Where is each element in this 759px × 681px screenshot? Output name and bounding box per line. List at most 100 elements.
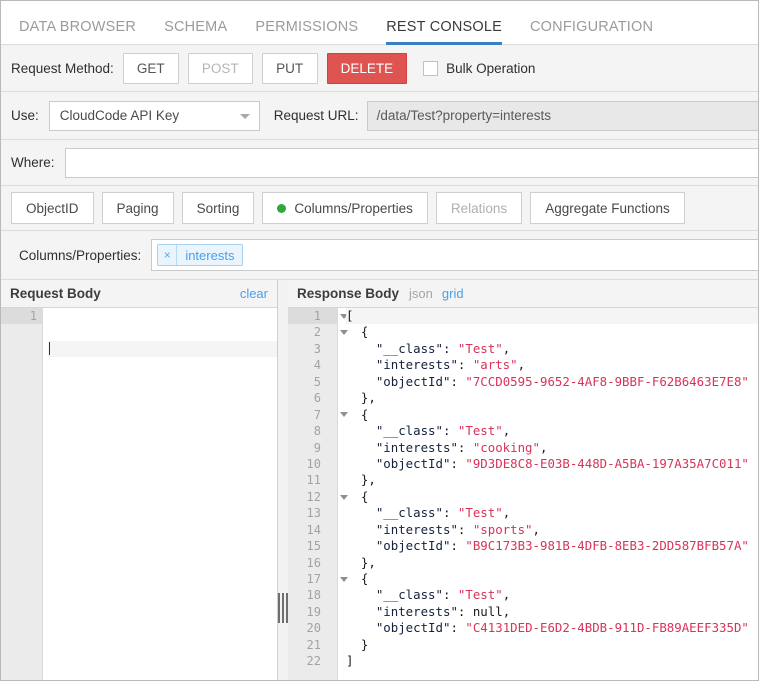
line-number: 9 bbox=[313, 440, 321, 455]
subtab-objectid-label: ObjectID bbox=[26, 200, 79, 216]
response-body-code: [ { "__class": "Test", "interests": "art… bbox=[338, 308, 758, 680]
line-number: 7 bbox=[288, 407, 348, 423]
code-line: "objectId": "B9C173B3-981B-4DFB-8EB3-2DD… bbox=[375, 538, 749, 554]
columns-properties-input[interactable]: × interests bbox=[151, 239, 758, 271]
code-line: }, bbox=[360, 472, 376, 488]
tab-schema[interactable]: SCHEMA bbox=[164, 19, 227, 44]
code-line: "objectId": "9D3DE8C8-E03B-448D-A5BA-197… bbox=[375, 455, 749, 471]
subtab-objectid[interactable]: ObjectID bbox=[11, 192, 94, 224]
line-number: 21 bbox=[306, 637, 321, 652]
request-body-title: Request Body bbox=[10, 286, 101, 301]
bulk-operation-label: Bulk Operation bbox=[446, 60, 536, 76]
code-line: } bbox=[360, 636, 369, 652]
request-body-code[interactable] bbox=[43, 308, 277, 680]
chevron-down-icon bbox=[239, 113, 250, 119]
code-line: { bbox=[360, 571, 369, 586]
line-number: 14 bbox=[306, 522, 321, 537]
line-number: 18 bbox=[306, 588, 321, 603]
code-line: ] bbox=[346, 653, 354, 669]
bulk-operation-checkbox[interactable]: Bulk Operation bbox=[423, 60, 536, 76]
response-body-header: Response Body json grid bbox=[288, 280, 758, 308]
splitter-grip-icon[interactable] bbox=[278, 591, 288, 625]
response-body-gutter: 1 2 3 4 5 6 7 8 9 10 11 12 13 14 15 16 17 18 19 20 21 22 bbox=[288, 308, 348, 680]
line-number: 17 bbox=[288, 571, 348, 587]
api-key-select[interactable]: CloudCode API Key bbox=[48, 100, 260, 131]
request-body-header: Request Body clear bbox=[1, 280, 277, 308]
subtab-columns-properties-label: Columns/Properties bbox=[294, 200, 413, 216]
response-body-pane: Response Body json grid 1 2 3 4 5 6 7 8 9 10 11 12 1… bbox=[288, 280, 758, 680]
code-line: }, bbox=[360, 390, 376, 406]
checkbox-icon[interactable] bbox=[423, 60, 439, 76]
line-number: 10 bbox=[306, 456, 321, 471]
response-view-grid-button[interactable]: grid bbox=[442, 286, 464, 301]
request-method-row: Request Method: GET POST PUT DELETE Bulk… bbox=[1, 45, 758, 92]
line-number: 8 bbox=[313, 424, 321, 439]
main-tab-strip: DATA BROWSER SCHEMA PERMISSIONS REST CON… bbox=[1, 1, 758, 45]
where-label: Where: bbox=[11, 155, 55, 170]
line-number: 20 bbox=[306, 621, 321, 636]
line-number: 5 bbox=[313, 374, 321, 389]
columns-properties-label: Columns/Properties: bbox=[19, 247, 142, 263]
query-options-tabs: ObjectID Paging Sorting Columns/Properti… bbox=[1, 186, 758, 231]
response-view-json-button[interactable]: json bbox=[409, 286, 433, 301]
request-body-gutter: 1 bbox=[1, 308, 43, 680]
clear-request-body-button[interactable]: clear bbox=[240, 286, 268, 301]
code-line: [ bbox=[346, 308, 758, 325]
subtab-relations-label: Relations bbox=[450, 200, 508, 216]
where-input[interactable] bbox=[64, 147, 758, 178]
use-row: Use: CloudCode API Key Request URL: /dat… bbox=[1, 92, 758, 140]
subtab-aggregate-functions[interactable]: Aggregate Functions bbox=[530, 192, 685, 224]
request-method-label: Request Method: bbox=[11, 60, 114, 76]
method-post-button[interactable]: POST bbox=[187, 52, 253, 84]
chip-remove-icon[interactable]: × bbox=[158, 245, 178, 265]
code-line: "interests": "sports", bbox=[375, 521, 540, 537]
tab-rest-console[interactable]: REST CONSOLE bbox=[386, 19, 502, 45]
subtab-columns-properties[interactable]: Columns/Properties bbox=[262, 192, 428, 224]
column-chip-interests: × interests bbox=[157, 244, 244, 266]
method-delete-button[interactable]: DELETE bbox=[326, 52, 408, 84]
request-url-field: /data/Test?property=interests bbox=[366, 100, 758, 131]
tab-data-browser[interactable]: DATA BROWSER bbox=[19, 19, 136, 44]
code-line: { bbox=[360, 406, 369, 422]
line-number: 3 bbox=[313, 341, 321, 356]
code-line: { bbox=[360, 488, 369, 504]
response-body-title: Response Body bbox=[297, 286, 400, 301]
pane-splitter[interactable] bbox=[278, 280, 288, 680]
line-number: 19 bbox=[306, 604, 321, 619]
where-row: Where: bbox=[1, 140, 758, 186]
method-put-button[interactable]: PUT bbox=[261, 52, 318, 84]
code-line: { bbox=[360, 324, 369, 340]
request-url-value: /data/Test?property=interests bbox=[376, 108, 552, 123]
tab-permissions[interactable]: PERMISSIONS bbox=[255, 19, 358, 44]
subtab-sorting[interactable]: Sorting bbox=[181, 192, 255, 224]
request-body-pane: Request Body clear 1 bbox=[1, 280, 278, 680]
line-number: 6 bbox=[313, 391, 321, 406]
subtab-sorting-label: Sorting bbox=[196, 200, 240, 216]
use-label: Use: bbox=[11, 108, 39, 123]
line-number: 11 bbox=[306, 473, 321, 488]
subtab-paging[interactable]: Paging bbox=[101, 192, 174, 224]
line-number: 4 bbox=[313, 358, 321, 373]
line-number: 16 bbox=[306, 555, 321, 570]
code-line: "__class": "Test", bbox=[375, 587, 511, 603]
line-number: 15 bbox=[306, 539, 321, 554]
code-line: "interests": "arts", bbox=[375, 357, 526, 373]
request-body-editor[interactable]: 1 bbox=[1, 308, 277, 680]
code-line: "interests": null, bbox=[375, 603, 511, 619]
api-key-select-value: CloudCode API Key bbox=[59, 108, 180, 123]
method-get-button[interactable]: GET bbox=[122, 52, 179, 84]
line-number: 1 bbox=[1, 308, 42, 325]
rest-console-window: DATA BROWSER SCHEMA PERMISSIONS REST CON… bbox=[0, 0, 759, 681]
line-number: 22 bbox=[306, 654, 321, 669]
tab-configuration[interactable]: CONFIGURATION bbox=[530, 19, 653, 44]
line-number: 13 bbox=[306, 506, 321, 521]
body-panes: Request Body clear 1 Response Body json … bbox=[1, 280, 758, 680]
response-body-editor[interactable]: 1 2 3 4 5 6 7 8 9 10 11 12 13 14 15 16 17 18 19 20 21 22 [ { … bbox=[288, 308, 758, 680]
subtab-relations[interactable]: Relations bbox=[435, 192, 523, 224]
code-line: "objectId": "C4131DED-E6D2-4BDB-911D-FB8… bbox=[375, 620, 749, 636]
subtab-aggregate-functions-label: Aggregate Functions bbox=[545, 200, 670, 216]
code-line: "__class": "Test", bbox=[375, 505, 511, 521]
columns-properties-row: Columns/Properties: × interests bbox=[1, 231, 758, 280]
code-line bbox=[48, 340, 277, 358]
chip-label: interests bbox=[185, 247, 235, 263]
